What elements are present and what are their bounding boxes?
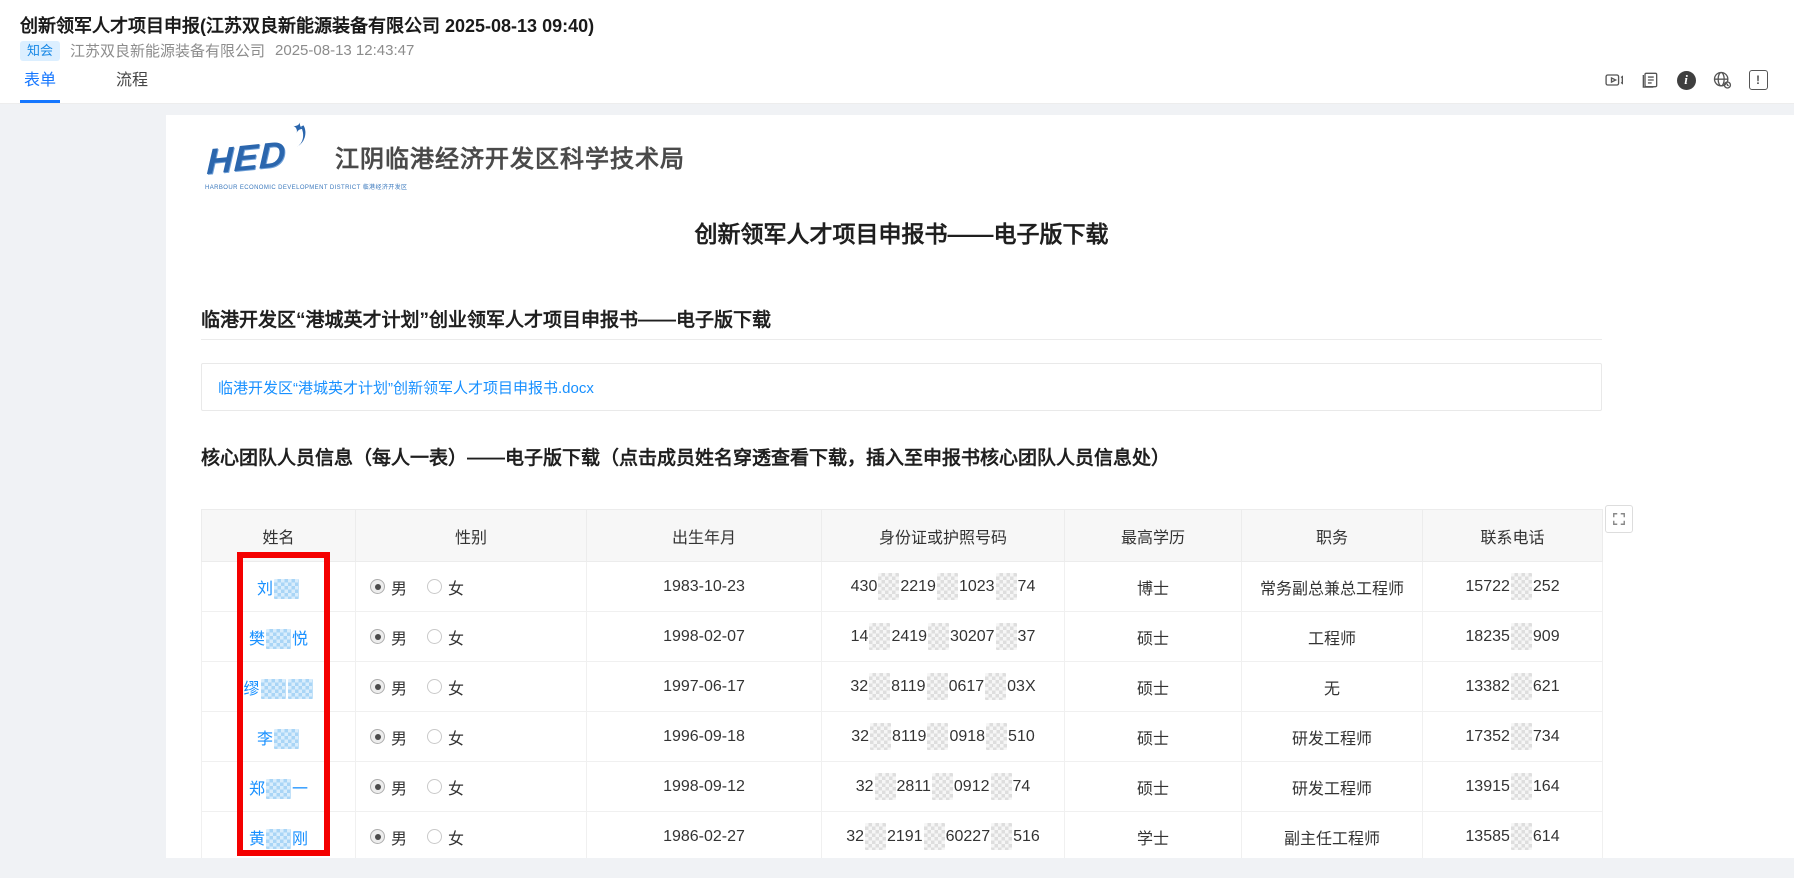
radio-male[interactable]	[370, 779, 385, 794]
document-title: 创新领军人才项目申报书——电子版下载	[201, 215, 1602, 249]
col-phone: 联系电话	[1423, 510, 1603, 562]
radio-female[interactable]	[427, 829, 442, 844]
radio-male[interactable]	[370, 679, 385, 694]
gender-cell: 男女	[356, 612, 587, 662]
section2-title: 核心团队人员信息（每人一表）——电子版下载（点击成员姓名穿透查看下载，插入至申报…	[201, 443, 1602, 470]
col-job: 职务	[1242, 510, 1423, 562]
tab-bar: 表单 流程	[20, 66, 152, 103]
id-cell: 3281190918510	[822, 712, 1065, 762]
phone-cell: 18235909	[1423, 612, 1603, 662]
globe-icon[interactable]	[1712, 70, 1732, 90]
feedback-icon[interactable]: !	[1748, 70, 1768, 90]
id-cell: 328119061703X	[822, 662, 1065, 712]
gender-cell: 男女	[356, 562, 587, 612]
birth-cell: 1986-02-27	[587, 812, 822, 859]
col-birth: 出生年月	[587, 510, 822, 562]
id-cell: 1424193020737	[822, 612, 1065, 662]
table-row: 缪 男女 1997-06-17 328119061703X 硕士 无 13382…	[202, 662, 1603, 712]
id-cell: 32219160227516	[822, 812, 1065, 859]
page-title: 创新领军人才项目申报(江苏双良新能源装备有限公司 2025-08-13 09:4…	[20, 12, 594, 38]
job-cell: 研发工程师	[1242, 712, 1423, 762]
agency-name: 江阴临港经济开发区科学技术局	[335, 139, 685, 174]
birth-cell: 1983-10-23	[587, 562, 822, 612]
radio-male[interactable]	[370, 579, 385, 594]
tab-process[interactable]: 流程	[112, 66, 152, 103]
radio-male[interactable]	[370, 629, 385, 644]
col-gender: 性别	[356, 510, 587, 562]
video-icon[interactable]	[1604, 70, 1624, 90]
gender-cell: 男女	[356, 762, 587, 812]
radio-female[interactable]	[427, 779, 442, 794]
degree-cell: 学士	[1065, 812, 1242, 859]
phone-cell: 15722252	[1423, 562, 1603, 612]
table-row: 李 男女 1996-09-18 3281190918510 硕士 研发工程师 1…	[202, 712, 1603, 762]
org-logo: ✦ HED HARBOUR ECONOMIC DEVELOPMENT DISTR…	[201, 123, 323, 189]
job-cell: 常务副总兼总工程师	[1242, 562, 1423, 612]
radio-female[interactable]	[427, 579, 442, 594]
header: 创新领军人才项目申报(江苏双良新能源装备有限公司 2025-08-13 09:4…	[0, 0, 1794, 104]
logo-caption: HARBOUR ECONOMIC DEVELOPMENT DISTRICT 临港…	[205, 182, 407, 191]
member-name-link[interactable]: 樊悦	[202, 612, 356, 662]
birth-cell: 1996-09-18	[587, 712, 822, 762]
attachment-box: 临港开发区“港城英才计划”创新领军人才项目申报书.docx	[201, 363, 1602, 411]
logo-text: HED	[206, 133, 287, 183]
header-icons: i !	[1604, 70, 1768, 90]
header-subline: 知会 江苏双良新能源装备有限公司 2025-08-13 12:43:47	[20, 40, 414, 61]
submit-timestamp: 2025-08-13 12:43:47	[275, 42, 414, 59]
attachment-link[interactable]: 临港开发区“港城英才计划”创新领军人才项目申报书.docx	[218, 377, 594, 398]
degree-cell: 硕士	[1065, 762, 1242, 812]
degree-cell: 硕士	[1065, 712, 1242, 762]
tab-form[interactable]: 表单	[20, 66, 60, 103]
company-name: 江苏双良新能源装备有限公司	[70, 40, 265, 61]
table-header-row: 姓名 性别 出生年月 身份证或护照号码 最高学历 职务 联系电话	[202, 510, 1603, 562]
job-cell: 无	[1242, 662, 1423, 712]
radio-female[interactable]	[427, 629, 442, 644]
phone-cell: 13382621	[1423, 662, 1603, 712]
birth-cell: 1998-09-12	[587, 762, 822, 812]
birth-cell: 1998-02-07	[587, 612, 822, 662]
degree-cell: 硕士	[1065, 612, 1242, 662]
member-name-link[interactable]: 刘	[202, 562, 356, 612]
team-table: 姓名 性别 出生年月 身份证或护照号码 最高学历 职务 联系电话 刘 男女 19…	[201, 509, 1602, 858]
col-degree: 最高学历	[1065, 510, 1242, 562]
gender-cell: 男女	[356, 712, 587, 762]
agency-header: ✦ HED HARBOUR ECONOMIC DEVELOPMENT DISTR…	[201, 121, 685, 191]
notes-icon[interactable]	[1640, 70, 1660, 90]
id-cell: 322811091274	[822, 762, 1065, 812]
job-cell: 副主任工程师	[1242, 812, 1423, 859]
table-row: 樊悦 男女 1998-02-07 1424193020737 硕士 工程师 18…	[202, 612, 1603, 662]
phone-cell: 13585614	[1423, 812, 1603, 859]
col-id: 身份证或护照号码	[822, 510, 1065, 562]
gender-cell: 男女	[356, 662, 587, 712]
table-row: 刘 男女 1983-10-23 4302219102374 博士 常务副总兼总工…	[202, 562, 1603, 612]
member-name-link[interactable]: 缪	[202, 662, 356, 712]
radio-female[interactable]	[427, 679, 442, 694]
job-cell: 研发工程师	[1242, 762, 1423, 812]
form-document: ✦ HED HARBOUR ECONOMIC DEVELOPMENT DISTR…	[166, 115, 1794, 858]
phone-cell: 13915164	[1423, 762, 1603, 812]
col-name: 姓名	[202, 510, 356, 562]
gender-cell: 男女	[356, 812, 587, 859]
info-icon[interactable]: i	[1676, 70, 1696, 90]
job-cell: 工程师	[1242, 612, 1423, 662]
degree-cell: 硕士	[1065, 662, 1242, 712]
member-name-link[interactable]: 李	[202, 712, 356, 762]
status-badge: 知会	[20, 41, 60, 61]
degree-cell: 博士	[1065, 562, 1242, 612]
radio-male[interactable]	[370, 729, 385, 744]
phone-cell: 17352734	[1423, 712, 1603, 762]
radio-male[interactable]	[370, 829, 385, 844]
table-row: 黄刚 男女 1986-02-27 32219160227516 学士 副主任工程…	[202, 812, 1603, 859]
table-row: 郑一 男女 1998-09-12 322811091274 硕士 研发工程师 1…	[202, 762, 1603, 812]
radio-female[interactable]	[427, 729, 442, 744]
member-name-link[interactable]: 郑一	[202, 762, 356, 812]
section1-title: 临港开发区“港城英才计划”创业领军人才项目申报书——电子版下载	[201, 305, 1602, 332]
birth-cell: 1997-06-17	[587, 662, 822, 712]
section-divider	[201, 339, 1602, 340]
table-fullscreen-button[interactable]	[1605, 505, 1633, 533]
member-name-link[interactable]: 黄刚	[202, 812, 356, 859]
id-cell: 4302219102374	[822, 562, 1065, 612]
